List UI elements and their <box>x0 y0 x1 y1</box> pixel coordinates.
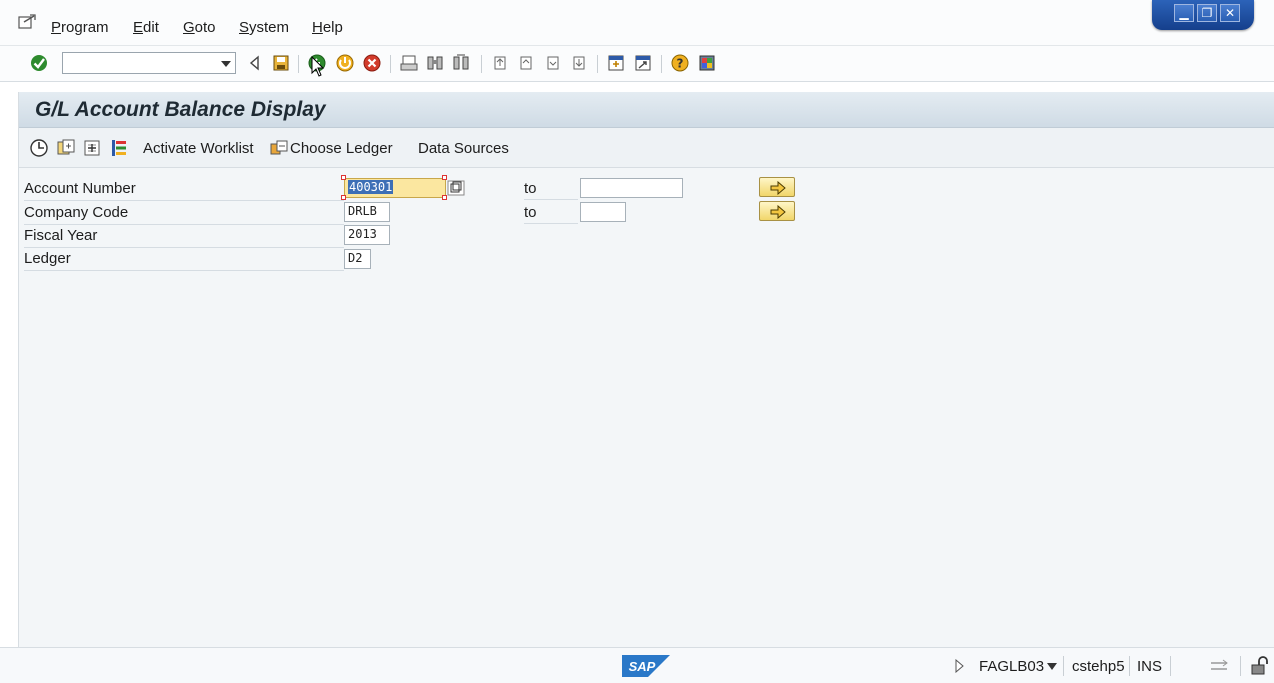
print-icon[interactable] <box>400 54 418 72</box>
layout-icon[interactable] <box>698 54 716 72</box>
account-number-value: 400301 <box>348 180 394 194</box>
account-number-field[interactable]: 400301 <box>344 178 446 198</box>
minimize-button[interactable]: ▁ <box>1174 4 1194 22</box>
get-variant-icon[interactable] <box>56 138 76 158</box>
insert-mode: INS <box>1137 658 1163 675</box>
transaction-code: FAGLB03 <box>979 658 1045 675</box>
status-expand-icon[interactable] <box>954 659 964 673</box>
account-number-label: Account Number <box>24 178 344 201</box>
mouse-cursor-icon <box>311 56 325 77</box>
search-help-icon[interactable] <box>447 180 465 196</box>
standard-toolbar: ? <box>0 46 1274 82</box>
help-icon[interactable]: ? <box>671 54 689 72</box>
execute-icon[interactable] <box>29 138 49 158</box>
company-code-to-label: to <box>524 202 578 224</box>
sap-logo: SAP <box>622 655 670 677</box>
selection-handle <box>341 175 346 180</box>
save-icon[interactable] <box>272 54 290 72</box>
close-button[interactable]: ✕ <box>1220 4 1240 22</box>
menu-edit[interactable]: Edit <box>133 19 159 36</box>
next-page-icon[interactable] <box>544 54 562 72</box>
fiscal-year-field[interactable]: 2013 <box>344 225 390 245</box>
menu-system[interactable]: System <box>239 19 289 36</box>
account-multiple-selection-button[interactable] <box>759 177 795 197</box>
account-number-to-field[interactable] <box>580 178 683 198</box>
command-field[interactable] <box>62 52 236 74</box>
selection-options-icon[interactable] <box>82 138 102 158</box>
company-code-label: Company Code <box>24 202 344 225</box>
title-bar: G/L Account Balance Display <box>19 92 1274 128</box>
page-title: G/L Account Balance Display <box>35 98 326 121</box>
menu-goto[interactable]: Goto <box>183 19 216 36</box>
find-next-icon[interactable] <box>452 54 470 72</box>
svg-text:SAP: SAP <box>629 659 656 674</box>
menu-program[interactable]: Program <box>51 19 109 36</box>
menu-icon[interactable] <box>18 14 36 30</box>
exit-icon[interactable] <box>336 54 354 72</box>
cancel-icon[interactable] <box>363 54 381 72</box>
enter-icon[interactable] <box>30 54 48 72</box>
ledger-label: Ledger <box>24 248 344 271</box>
choose-ledger-icon[interactable] <box>269 138 289 158</box>
activate-worklist-button[interactable]: Activate Worklist <box>143 140 254 157</box>
arrow-right-icon <box>770 181 786 195</box>
svg-text:?: ? <box>677 57 684 71</box>
first-page-icon[interactable] <box>491 54 509 72</box>
selection-handle <box>341 195 346 200</box>
company-code-to-field[interactable] <box>580 202 626 222</box>
application-toolbar: Activate Worklist Choose Ledger Data Sou… <box>19 128 1274 168</box>
lock-icon[interactable] <box>1249 656 1269 676</box>
main-panel: G/L Account Balance Display Activate Wor… <box>18 92 1274 647</box>
menu-bar: Program Edit Goto System Help ▁ ❐ ✕ <box>0 0 1274 46</box>
company-code-field[interactable]: DRLB <box>344 202 390 222</box>
last-page-icon[interactable] <box>570 54 588 72</box>
ledger-field[interactable]: D2 <box>344 249 371 269</box>
find-icon[interactable] <box>426 54 444 72</box>
window-controls: ▁ ❐ ✕ <box>1152 0 1254 30</box>
chevron-down-icon[interactable] <box>221 61 231 67</box>
connection-icon <box>1211 659 1228 670</box>
restore-button[interactable]: ❐ <box>1197 4 1217 22</box>
menu-help[interactable]: Help <box>312 19 343 36</box>
data-sources-button[interactable]: Data Sources <box>418 140 509 157</box>
account-number-to-label: to <box>524 178 578 200</box>
server-name: cstehp5 <box>1072 658 1125 675</box>
shortcut-icon[interactable] <box>634 54 652 72</box>
status-bar: SAP FAGLB03 cstehp5 INS <box>0 647 1274 683</box>
company-multiple-selection-button[interactable] <box>759 201 795 221</box>
create-session-icon[interactable] <box>607 54 625 72</box>
chevron-down-icon[interactable] <box>1047 663 1057 671</box>
previous-page-icon[interactable] <box>517 54 535 72</box>
back-nav-icon[interactable] <box>246 54 264 72</box>
arrow-right-icon <box>770 205 786 219</box>
multiple-selection-icon[interactable] <box>109 138 129 158</box>
fiscal-year-label: Fiscal Year <box>24 225 344 248</box>
choose-ledger-button[interactable]: Choose Ledger <box>290 140 393 157</box>
